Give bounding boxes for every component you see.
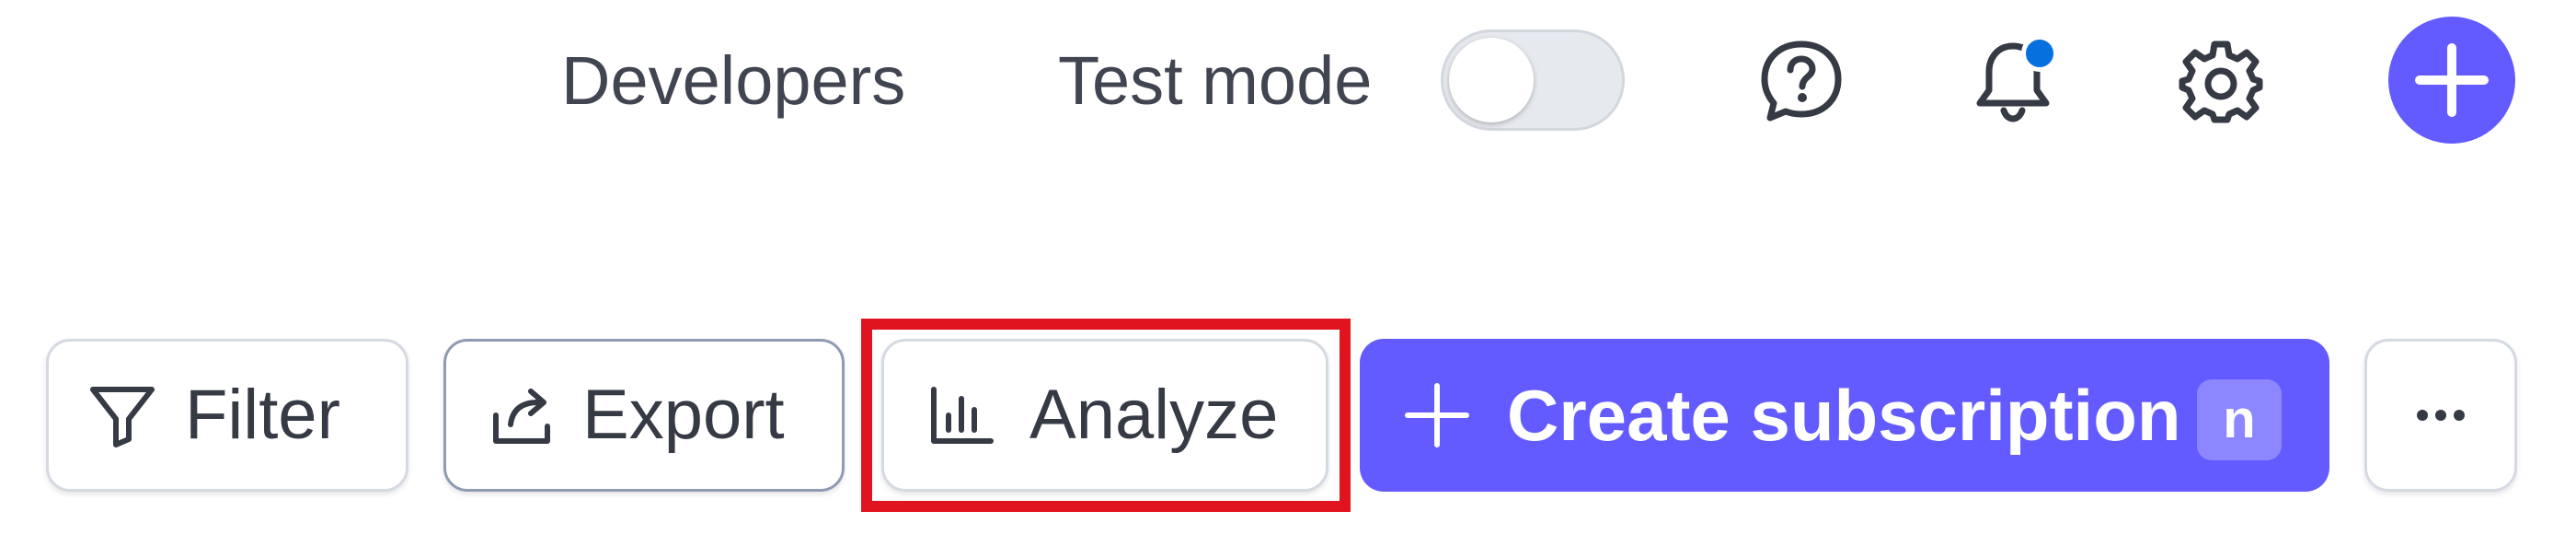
settings-gear-icon <box>2179 41 2263 123</box>
developers-link[interactable]: Developers <box>561 44 905 118</box>
plus-icon <box>1400 378 1474 452</box>
create-subscription-button[interactable]: Create subscription n <box>1360 339 2329 492</box>
filter-icon <box>86 378 159 452</box>
subscriptions-toolbar: Filter Export Analyze Create subscriptio… <box>0 331 2576 516</box>
more-horizontal-icon <box>2417 410 2465 421</box>
filter-button[interactable]: Filter <box>46 339 408 492</box>
keyboard-shortcut-badge: n <box>2197 379 2282 460</box>
analyze-label: Analyze <box>1029 376 1279 454</box>
top-header: Developers Test mode <box>0 0 2576 166</box>
more-options-button[interactable] <box>2364 339 2517 492</box>
test-mode-label: Test mode <box>1058 42 1373 119</box>
help-icon <box>1761 41 1842 122</box>
plus-icon <box>2415 43 2489 117</box>
analyze-button[interactable]: Analyze <box>881 339 1328 492</box>
export-label: Export <box>582 376 785 454</box>
filter-label: Filter <box>185 376 340 454</box>
help-button[interactable] <box>1755 35 1847 127</box>
toggle-knob <box>1449 38 1534 122</box>
quick-create-button[interactable] <box>2388 17 2515 144</box>
settings-button[interactable] <box>2175 35 2267 127</box>
bar-chart-icon <box>925 378 998 452</box>
export-icon <box>487 378 560 452</box>
notifications-button[interactable] <box>1967 35 2059 127</box>
export-button[interactable]: Export <box>443 339 845 492</box>
notification-dot <box>2021 35 2058 72</box>
page: Developers Test mode Filter Export Analy… <box>0 0 2576 546</box>
test-mode-toggle[interactable] <box>1441 29 1625 131</box>
create-subscription-label: Create subscription <box>1507 375 2181 456</box>
